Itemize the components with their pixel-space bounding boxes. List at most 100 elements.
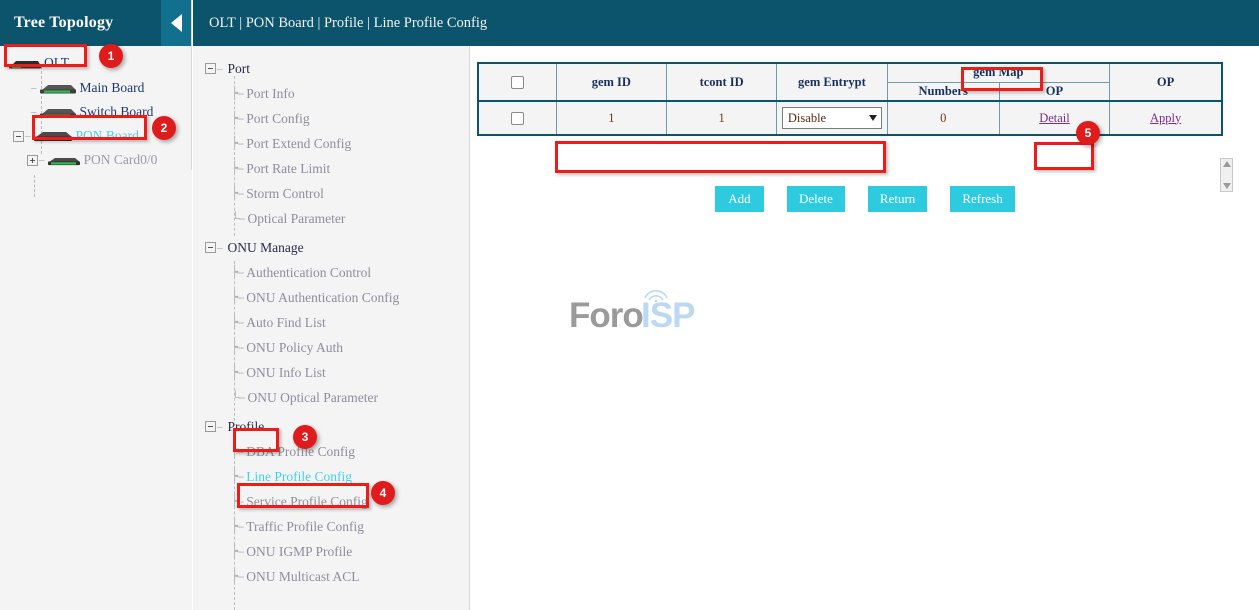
tree-panel-background	[0, 170, 192, 610]
collapse-minus-icon[interactable]	[205, 63, 216, 74]
menu-branch-tee: ┝--	[231, 494, 243, 509]
menu-branch-tee: ┝--	[231, 86, 243, 101]
tree-topology-header: Tree Topology	[0, 0, 191, 46]
highlight-box-row-fields	[555, 141, 886, 173]
cell-gem-map-numbers: 0	[887, 101, 999, 135]
menu-item-auto-find-list-label: Auto Find List	[246, 315, 326, 331]
tree-node-pon-card[interactable]: – PON Card0/0	[0, 148, 191, 172]
menu-item-storm-control-label: Storm Control	[246, 186, 324, 202]
scroll-up-icon[interactable]	[1223, 161, 1231, 167]
menu-branch-tee: ┝--	[231, 365, 243, 380]
expand-plus-icon[interactable]	[27, 155, 38, 166]
collapse-minus-icon[interactable]	[205, 421, 216, 432]
breadcrumb: OLT | PON Board | Profile | Line Profile…	[193, 15, 487, 32]
col-op: OP	[1110, 63, 1222, 101]
device-icon	[8, 57, 42, 70]
collapse-minus-icon[interactable]	[13, 131, 24, 142]
row-checkbox[interactable]	[511, 112, 524, 125]
select-all-checkbox[interactable]	[511, 76, 524, 89]
board-icon	[32, 129, 74, 143]
tree-topology-title: Tree Topology	[0, 14, 113, 32]
tree-node-list: OLT – Main Board – Swi	[0, 46, 191, 172]
annotation-badge-4: 4	[371, 481, 395, 505]
menu-branch-tee: ┝--	[231, 290, 243, 305]
menu-branch-tee: ┝--	[231, 569, 243, 584]
menu-branch-tee: ┝--	[231, 469, 243, 484]
menu-item-onu-igmp-profile-label: ONU IGMP Profile	[246, 544, 352, 560]
cell-gem-id: 1	[556, 101, 666, 135]
col-gem-map-op: OP	[999, 82, 1109, 101]
wifi-signal-icon	[641, 286, 671, 302]
apply-link[interactable]: Apply	[1150, 111, 1181, 125]
menu-item-service-profile-config-label: Service Profile Config	[246, 494, 367, 510]
tree-branch-dash: –	[39, 154, 45, 166]
action-button-row: Add Delete Return Refresh	[715, 186, 1015, 212]
menu-item-onu-authentication-config-label: ONU Authentication Config	[246, 290, 399, 306]
gem-entrypt-select[interactable]: Disable	[782, 107, 882, 129]
col-gem-entrypt: gem Entrypt	[777, 63, 887, 101]
collapse-sidebar-button[interactable]	[161, 0, 191, 46]
tree-node-olt-label: OLT	[44, 55, 69, 71]
cell-op: Apply	[1110, 101, 1222, 135]
menu-branch-tee: ┝--	[231, 315, 243, 330]
cell-tcont-id: 1	[666, 101, 776, 135]
tree-branch-dash: –	[31, 82, 37, 94]
menu-connector-line	[234, 76, 235, 236]
main-content-area: gem ID tcont ID gem Entrypt gem Map OP N…	[471, 46, 1259, 610]
board-icon	[38, 82, 78, 95]
board-icon	[38, 106, 78, 119]
menu-branch-tee: ┝--	[231, 186, 243, 201]
menu-item-onu-policy-auth-label: ONU Policy Auth	[246, 340, 343, 356]
menu-branch-tee: ┝--	[231, 519, 243, 534]
tree-branch-dash: –	[25, 130, 31, 142]
table-row: 1 1 Disable 0 Detail	[478, 101, 1222, 135]
highlight-box-detail	[1034, 142, 1094, 170]
menu-group-profile-label: Profile	[228, 419, 265, 435]
annotation-badge-2: 2	[152, 116, 176, 140]
col-gem-map: gem Map	[887, 63, 1110, 82]
menu-branch-tee: ┝--	[231, 111, 243, 126]
col-tcont-id: tcont ID	[666, 63, 776, 101]
scroll-down-icon[interactable]	[1223, 183, 1231, 189]
watermark-text-isp: ISP	[641, 296, 694, 336]
tree-node-olt[interactable]: OLT	[0, 50, 191, 76]
col-gem-map-numbers: Numbers	[887, 82, 999, 101]
annotation-badge-1: 1	[99, 44, 123, 68]
refresh-button[interactable]: Refresh	[950, 186, 1014, 212]
tree-node-switch-board-label: Switch Board	[80, 104, 154, 120]
menu-item-port-rate-limit-label: Port Rate Limit	[246, 161, 330, 177]
collapse-minus-icon[interactable]	[205, 242, 216, 253]
gem-table-header-row-1: gem ID tcont ID gem Entrypt gem Map OP	[478, 63, 1222, 82]
gem-table-container: gem ID tcont ID gem Entrypt gem Map OP N…	[477, 62, 1225, 136]
tree-connector-line	[34, 175, 35, 197]
tree-node-main-board-label: Main Board	[80, 80, 145, 96]
card-icon	[46, 154, 82, 167]
row-select-cell	[478, 101, 556, 135]
menu-branch-dash: –	[217, 242, 223, 254]
gem-table-body: 1 1 Disable 0 Detail	[478, 101, 1222, 135]
tree-node-main-board[interactable]: – Main Board	[0, 76, 191, 100]
menu-item-port-info-label: Port Info	[246, 86, 294, 102]
delete-button[interactable]: Delete	[787, 186, 845, 212]
foroisp-watermark: Foro ISP	[569, 288, 699, 340]
tree-node-pon-board-label: PON Board	[76, 128, 139, 144]
menu-branch-tee: ┝--	[231, 340, 243, 355]
annotation-badge-5: 5	[1076, 121, 1100, 145]
menu-item-onu-optical-parameter-label: ONU Optical Parameter	[248, 390, 378, 406]
add-button[interactable]: Add	[715, 186, 764, 212]
menu-branch-tee: ┝--	[231, 136, 243, 151]
tree-node-pon-card-label: PON Card0/0	[84, 152, 158, 168]
menu-item-optical-parameter-label: Optical Parameter	[248, 211, 346, 227]
return-button[interactable]: Return	[868, 186, 927, 212]
annotation-badge-3: 3	[293, 425, 317, 449]
menu-item-onu-multicast-acl-label: ONU Multicast ACL	[246, 569, 359, 585]
menu-group-onu-manage[interactable]: – ONU Manage	[193, 235, 469, 260]
navigation-menu-panel: – Port ┝-- Port Info ┝-- Port Config ┝--…	[193, 46, 470, 610]
page-header-bar: OLT | PON Board | Profile | Line Profile…	[193, 0, 1259, 46]
menu-item-onu-info-list-label: ONU Info List	[246, 365, 326, 381]
cell-gem-entrypt: Disable	[777, 101, 887, 135]
tree-topology-panel: Tree Topology OLT –	[0, 0, 192, 610]
menu-item-traffic-profile-config-label: Traffic Profile Config	[246, 519, 364, 535]
row-scrollbar[interactable]	[1220, 158, 1233, 192]
detail-link[interactable]: Detail	[1039, 111, 1070, 125]
